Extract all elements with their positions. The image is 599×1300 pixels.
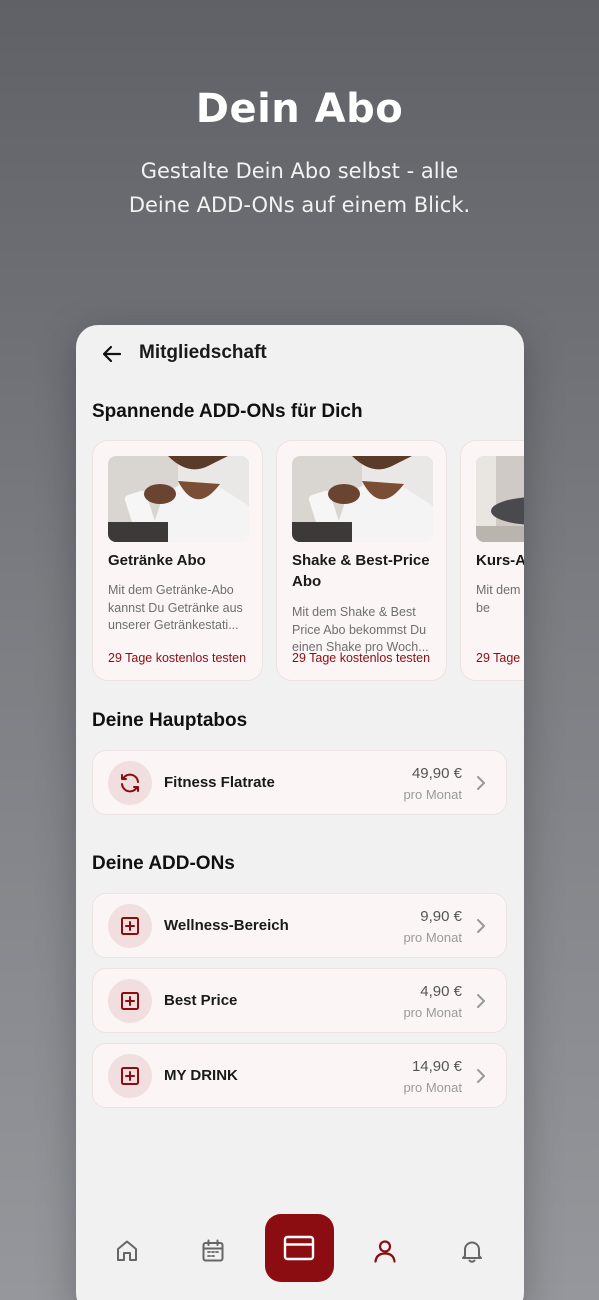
- user-icon[interactable]: [372, 1238, 398, 1264]
- subscription-row-best-price[interactable]: Best Price 4,90 € pro Monat: [92, 968, 507, 1033]
- calendar-icon[interactable]: [200, 1238, 226, 1264]
- row-price: 49,90 €: [411, 765, 462, 782]
- addons-carousel[interactable]: Getränke Abo Mit dem Getränke-Abo kannst…: [92, 440, 524, 682]
- subscription-row-fitness-flatrate[interactable]: Fitness Flatrate 49,90 € pro Monat: [92, 750, 507, 815]
- addon-card-description: Mit dem kannst D Kurse be: [476, 583, 524, 615]
- chevron-right-icon: [477, 994, 485, 1008]
- bell-icon[interactable]: [459, 1238, 485, 1264]
- hero-title: Dein Abo: [195, 86, 404, 132]
- plus-square-icon: [121, 1067, 139, 1085]
- row-label: Fitness Flatrate: [164, 774, 275, 791]
- chevron-right-icon: [477, 919, 485, 933]
- top-bar: Mitgliedschaft: [76, 325, 524, 383]
- plus-square-icon: [121, 992, 139, 1010]
- hero-subtitle-line2: Deine ADD-ONs auf einem Blick.: [128, 193, 471, 217]
- row-label: Wellness-Bereich: [164, 917, 289, 934]
- row-icon-circle: [108, 979, 152, 1023]
- addon-card-title: Getränke Abo: [108, 552, 206, 569]
- row-icon-circle: [108, 1054, 152, 1098]
- row-price: 9,90 €: [420, 908, 462, 925]
- card-nav-button[interactable]: [265, 1214, 334, 1282]
- row-icon-circle: [108, 761, 152, 805]
- addon-card-title: Shake & Best-Price Abo: [292, 552, 430, 590]
- row-icon-circle: [108, 904, 152, 948]
- row-label: MY DRINK: [164, 1067, 238, 1084]
- phone-screen: Mitgliedschaft Spannende ADD-ONs für Dic…: [76, 325, 524, 1300]
- addons-section-title: Spannende ADD-ONs für Dich: [92, 401, 363, 422]
- row-label: Best Price: [164, 992, 238, 1009]
- subscription-row-wellness[interactable]: Wellness-Bereich 9,90 € pro Monat: [92, 893, 507, 958]
- plus-square-icon: [121, 917, 139, 935]
- addon-card[interactable]: Shake & Best-Price Abo Mit dem Shake & B…: [276, 440, 447, 681]
- addon-card[interactable]: Getränke Abo Mit dem Getränke-Abo kannst…: [92, 440, 263, 681]
- row-price: 14,90 €: [411, 1058, 462, 1075]
- card-icon: [283, 1235, 315, 1261]
- addon-card-description: Mit dem Getränke-Abo kannst Du Getränke …: [108, 583, 243, 632]
- addon-card-title: Kurs-A: [476, 552, 524, 569]
- row-period: pro Monat: [403, 1005, 462, 1020]
- hero-subtitle-line1: Gestalte Dein Abo selbst - alle: [140, 159, 459, 183]
- addon-card-image: [476, 456, 524, 542]
- home-icon[interactable]: [114, 1238, 140, 1264]
- main-subs-title: Deine Hauptabos: [92, 710, 248, 731]
- addon-card-description: Mit dem Shake & Best Price Abo bekommst …: [292, 605, 429, 654]
- row-period: pro Monat: [403, 930, 462, 945]
- bottom-navigation: [76, 1205, 524, 1300]
- addon-card-cta[interactable]: 29 Tage kostenlos testen: [108, 651, 246, 665]
- row-period: pro Monat: [403, 787, 462, 802]
- addon-card-cta[interactable]: 29 Tage kostenlos testen: [292, 651, 430, 665]
- subscription-row-my-drink[interactable]: MY DRINK 14,90 € pro Monat: [92, 1043, 507, 1108]
- refresh-icon: [121, 773, 139, 793]
- chevron-right-icon: [477, 776, 485, 790]
- page-title: Mitgliedschaft: [139, 342, 267, 363]
- row-period: pro Monat: [403, 1080, 462, 1095]
- addon-card-cta[interactable]: 29 Tage k: [476, 651, 524, 665]
- addon-card[interactable]: Kurs-A Mit dem kannst D Kurse be 29 Tage…: [460, 440, 524, 681]
- arrow-left-icon[interactable]: [100, 342, 124, 366]
- addon-card-image: [292, 456, 433, 542]
- row-price: 4,90 €: [420, 983, 462, 1000]
- addon-card-image: [108, 456, 249, 542]
- chevron-right-icon: [477, 1069, 485, 1083]
- hero-subtitle: Gestalte Dein Abo selbst - alle Deine AD…: [0, 154, 599, 222]
- addon-subs-title: Deine ADD-ONs: [92, 853, 235, 874]
